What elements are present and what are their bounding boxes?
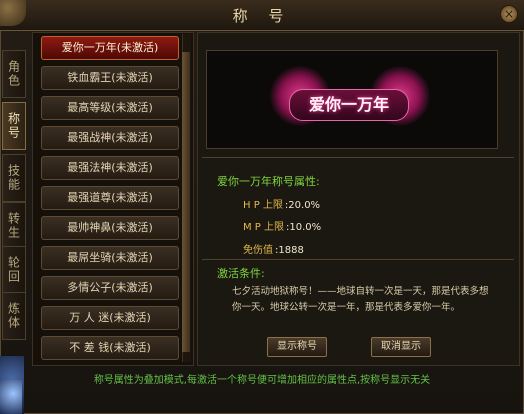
- divider: [202, 157, 514, 158]
- title-item[interactable]: 最强法神(未激活): [41, 156, 179, 180]
- side-tabs: 角色 称号 技能 转生 轮回 炼体: [0, 32, 28, 340]
- title-item[interactable]: 万 人 迷(未激活): [41, 306, 179, 330]
- divider: [202, 259, 514, 260]
- title-item[interactable]: 最高等级(未激活): [41, 96, 179, 120]
- attr-hp: H P 上限:20.0%: [243, 196, 320, 211]
- hide-title-button[interactable]: 取消显示: [371, 337, 431, 357]
- title-item[interactable]: 最强道尊(未激活): [41, 186, 179, 210]
- attr-key: M P 上限: [243, 222, 285, 233]
- title-item[interactable]: 最强战神(未激活): [41, 126, 179, 150]
- footer-note: 称号属性为叠加模式,每激活一个称号便可增加相应的属性点,按称号显示无关: [93, 375, 431, 386]
- attr-value: :20.0%: [284, 200, 321, 211]
- title-item[interactable]: 最屌坐骑(未激活): [41, 246, 179, 270]
- title-bar[interactable]: 称 号 ×: [0, 0, 524, 31]
- tab-skill[interactable]: 技能: [2, 154, 26, 202]
- attr-key: H P 上限: [243, 200, 283, 211]
- tab-character[interactable]: 角色: [2, 50, 26, 98]
- tab-rebirth[interactable]: 转生: [2, 202, 26, 250]
- attr-key: 免伤值: [243, 245, 273, 256]
- window-title: 称 号: [232, 7, 292, 25]
- attr-damage-reduction: 免伤值:1888: [243, 241, 304, 256]
- attributes-heading: 爱你一万年称号属性:: [217, 175, 320, 188]
- tab-reincarnation[interactable]: 轮回: [2, 246, 26, 294]
- title-list: 爱你一万年(未激活) 铁血霸王(未激活) 最高等级(未激活) 最强战神(未激活)…: [32, 32, 194, 366]
- scroll-thumb[interactable]: [182, 52, 190, 352]
- activation-heading: 激活条件:: [217, 267, 265, 280]
- attr-value: :1888: [275, 245, 304, 256]
- activation-line: 七夕活动地狱称号！——地球自转一次是一天，那是代表多想: [232, 286, 489, 297]
- attr-mp: M P 上限:10.0%: [243, 218, 321, 233]
- title-item[interactable]: 多情公子(未激活): [41, 276, 179, 300]
- title-item[interactable]: 最帅神鼻(未激活): [41, 216, 179, 240]
- title-item[interactable]: 不 差 钱(未激活): [41, 336, 179, 360]
- activation-line: 你一天。地球公转一次是一年，那是代表多爱你一年。: [232, 302, 461, 313]
- show-title-button[interactable]: 显示称号: [267, 337, 327, 357]
- title-item[interactable]: 爱你一万年(未激活): [41, 36, 179, 60]
- tab-body-refining[interactable]: 炼体: [2, 292, 26, 340]
- banner-title-text: 爱你一万年: [289, 89, 409, 121]
- attr-value: :10.0%: [286, 222, 322, 233]
- title-item[interactable]: 铁血霸王(未激活): [41, 66, 179, 90]
- activation-text: 七夕活动地狱称号！——地球自转一次是一天，那是代表多想 你一天。地球公转一次是一…: [232, 284, 502, 316]
- tab-title[interactable]: 称号: [2, 102, 26, 150]
- close-icon[interactable]: ×: [500, 5, 518, 23]
